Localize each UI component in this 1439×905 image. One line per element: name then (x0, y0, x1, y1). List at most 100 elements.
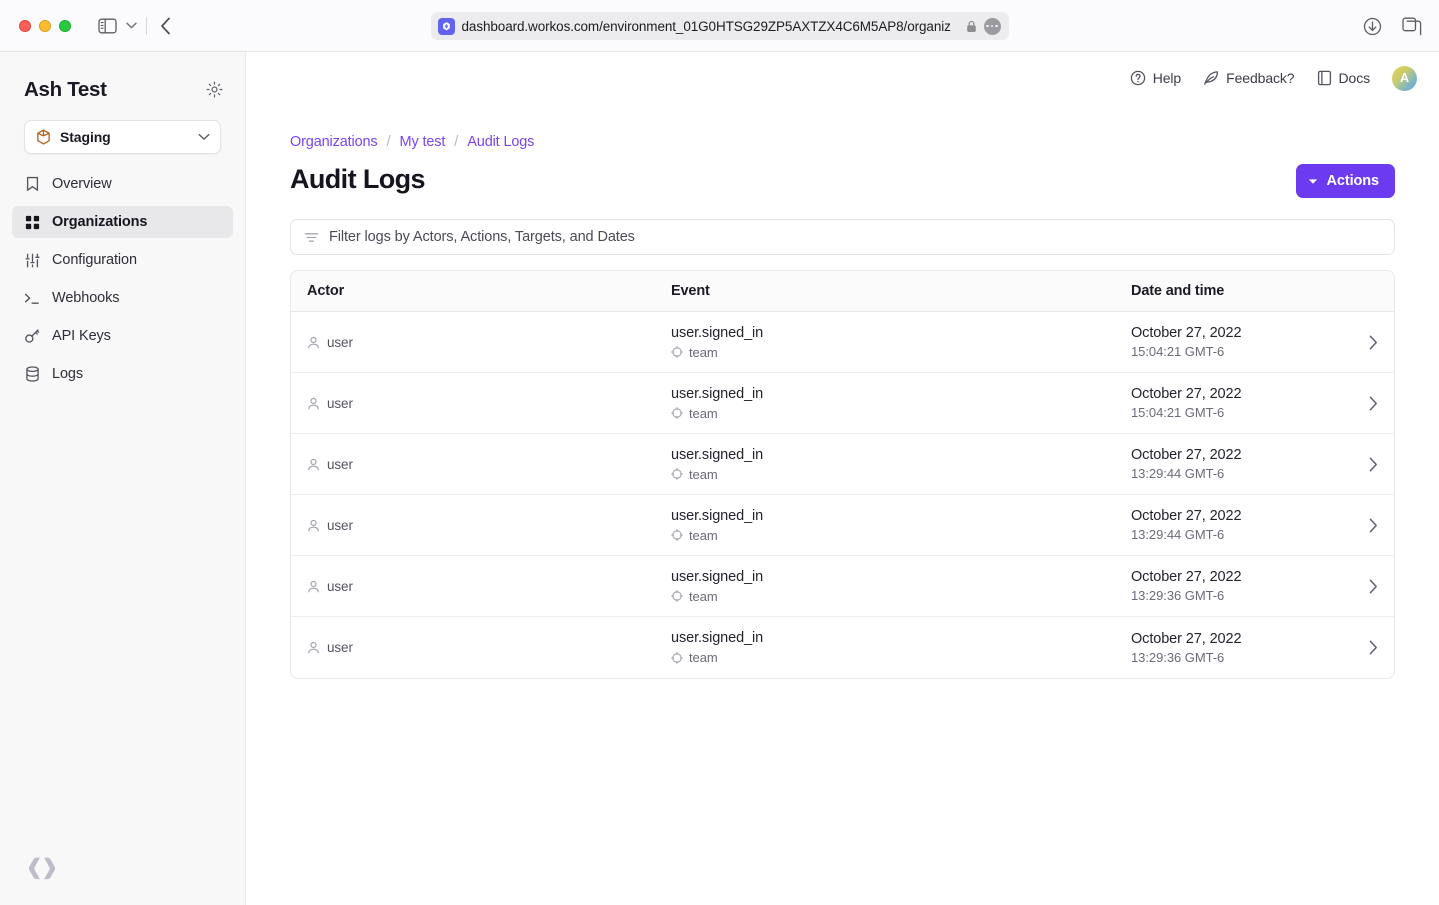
date-cell: October 27, 2022 13:29:44 GMT-6 (1131, 508, 1348, 542)
chevron-right-icon[interactable] (1369, 640, 1378, 655)
date-value: October 27, 2022 (1131, 569, 1348, 585)
time-value: 13:29:44 GMT-6 (1131, 527, 1348, 542)
sidebar: Ash Test Staging (0, 52, 246, 905)
sidebar-nav: Overview Organizations (0, 168, 245, 390)
event-target: team (671, 528, 1131, 543)
event-action: user.signed_in (671, 569, 1131, 585)
maximize-window-button[interactable] (59, 20, 71, 32)
event-cell: user.signed_in team (671, 325, 1131, 360)
tabs-overview-icon[interactable] (1402, 17, 1423, 36)
search-input[interactable] (329, 229, 1381, 245)
event-action: user.signed_in (671, 386, 1131, 402)
actor-name: user (327, 335, 353, 350)
chevron-down-icon[interactable] (126, 22, 137, 29)
bookmark-icon (24, 176, 40, 192)
gear-icon[interactable] (206, 81, 223, 98)
sliders-icon (24, 253, 40, 268)
target-name: team (689, 650, 718, 665)
sidebar-toggle-icon[interactable] (98, 18, 117, 34)
actor-cell: user (307, 518, 671, 533)
close-window-button[interactable] (19, 20, 31, 32)
date-value: October 27, 2022 (1131, 325, 1348, 341)
audit-logs-table: Actor Event Date and time user (290, 270, 1395, 679)
table-row[interactable]: user user.signed_in team (291, 312, 1394, 373)
url-text: dashboard.workos.com/environment_01G0HTS… (462, 19, 959, 34)
sidebar-item-label: Organizations (52, 214, 147, 230)
table-row[interactable]: user user.signed_in team (291, 495, 1394, 556)
chevron-right-icon[interactable] (1369, 579, 1378, 594)
event-action: user.signed_in (671, 325, 1131, 341)
sidebar-item-overview[interactable]: Overview (12, 168, 233, 200)
target-name: team (689, 467, 718, 482)
filter-bar[interactable] (290, 219, 1395, 255)
table-row[interactable]: user user.signed_in team (291, 617, 1394, 678)
breadcrumb-separator: / (454, 134, 458, 150)
chevron-right-icon[interactable] (1369, 518, 1378, 533)
page-header: Audit Logs Actions (290, 164, 1395, 198)
breadcrumb-item-my-test[interactable]: My test (400, 134, 446, 150)
target-icon (671, 468, 683, 480)
docs-link[interactable]: Docs (1317, 70, 1371, 86)
date-cell: October 27, 2022 15:04:21 GMT-6 (1131, 386, 1348, 420)
actor-name: user (327, 396, 353, 411)
sidebar-item-api-keys[interactable]: API Keys (12, 320, 233, 352)
column-header-date: Date and time (1131, 283, 1348, 299)
actions-button[interactable]: Actions (1296, 164, 1395, 198)
actor-cell: user (307, 335, 671, 350)
docs-label: Docs (1339, 70, 1371, 86)
sidebar-item-configuration[interactable]: Configuration (12, 244, 233, 276)
actor-cell: user (307, 579, 671, 594)
event-action: user.signed_in (671, 508, 1131, 524)
download-icon[interactable] (1363, 17, 1382, 36)
terminal-icon (24, 291, 40, 306)
time-value: 13:29:36 GMT-6 (1131, 588, 1348, 603)
environment-name: Staging (60, 129, 189, 145)
actor-name: user (327, 457, 353, 472)
back-chevron-icon[interactable] (160, 17, 171, 35)
date-value: October 27, 2022 (1131, 631, 1348, 647)
event-cell: user.signed_in team (671, 447, 1131, 482)
caret-down-icon (1308, 178, 1318, 185)
column-header-event: Event (671, 283, 1131, 299)
breadcrumb-item-audit-logs[interactable]: Audit Logs (467, 134, 534, 150)
date-cell: October 27, 2022 13:29:36 GMT-6 (1131, 631, 1348, 665)
event-cell: user.signed_in team (671, 630, 1131, 665)
actor-cell: user (307, 640, 671, 655)
filter-icon (304, 231, 319, 244)
table-row[interactable]: user user.signed_in team (291, 434, 1394, 495)
sidebar-item-webhooks[interactable]: Webhooks (12, 282, 233, 314)
sidebar-item-logs[interactable]: Logs (12, 358, 233, 390)
page-title: Audit Logs (290, 164, 425, 195)
address-bar[interactable]: dashboard.workos.com/environment_01G0HTS… (431, 12, 1009, 40)
target-name: team (689, 589, 718, 604)
date-value: October 27, 2022 (1131, 508, 1348, 524)
chevron-right-icon[interactable] (1369, 457, 1378, 472)
time-value: 15:04:21 GMT-6 (1131, 405, 1348, 420)
chevron-right-icon[interactable] (1369, 396, 1378, 411)
user-icon (307, 519, 320, 532)
event-action: user.signed_in (671, 447, 1131, 463)
key-icon (24, 328, 40, 344)
chevron-right-icon[interactable] (1369, 335, 1378, 350)
workos-logo (26, 853, 58, 885)
grid-icon (24, 215, 40, 230)
date-value: October 27, 2022 (1131, 386, 1348, 402)
date-cell: October 27, 2022 13:29:44 GMT-6 (1131, 447, 1348, 481)
cube-icon (36, 129, 51, 145)
more-dots-icon[interactable] (984, 18, 1001, 35)
minimize-window-button[interactable] (39, 20, 51, 32)
feedback-link[interactable]: Feedback? (1203, 70, 1294, 86)
help-link[interactable]: Help (1130, 70, 1181, 86)
event-target: team (671, 467, 1131, 482)
user-icon (307, 397, 320, 410)
breadcrumb-item-organizations[interactable]: Organizations (290, 134, 378, 150)
avatar[interactable]: A (1392, 66, 1417, 91)
sidebar-item-organizations[interactable]: Organizations (12, 206, 233, 238)
table-row[interactable]: user user.signed_in team (291, 556, 1394, 617)
environment-selector[interactable]: Staging (24, 120, 221, 154)
event-target: team (671, 589, 1131, 604)
target-icon (671, 652, 683, 664)
target-icon (671, 529, 683, 541)
table-row[interactable]: user user.signed_in team (291, 373, 1394, 434)
actor-name: user (327, 518, 353, 533)
